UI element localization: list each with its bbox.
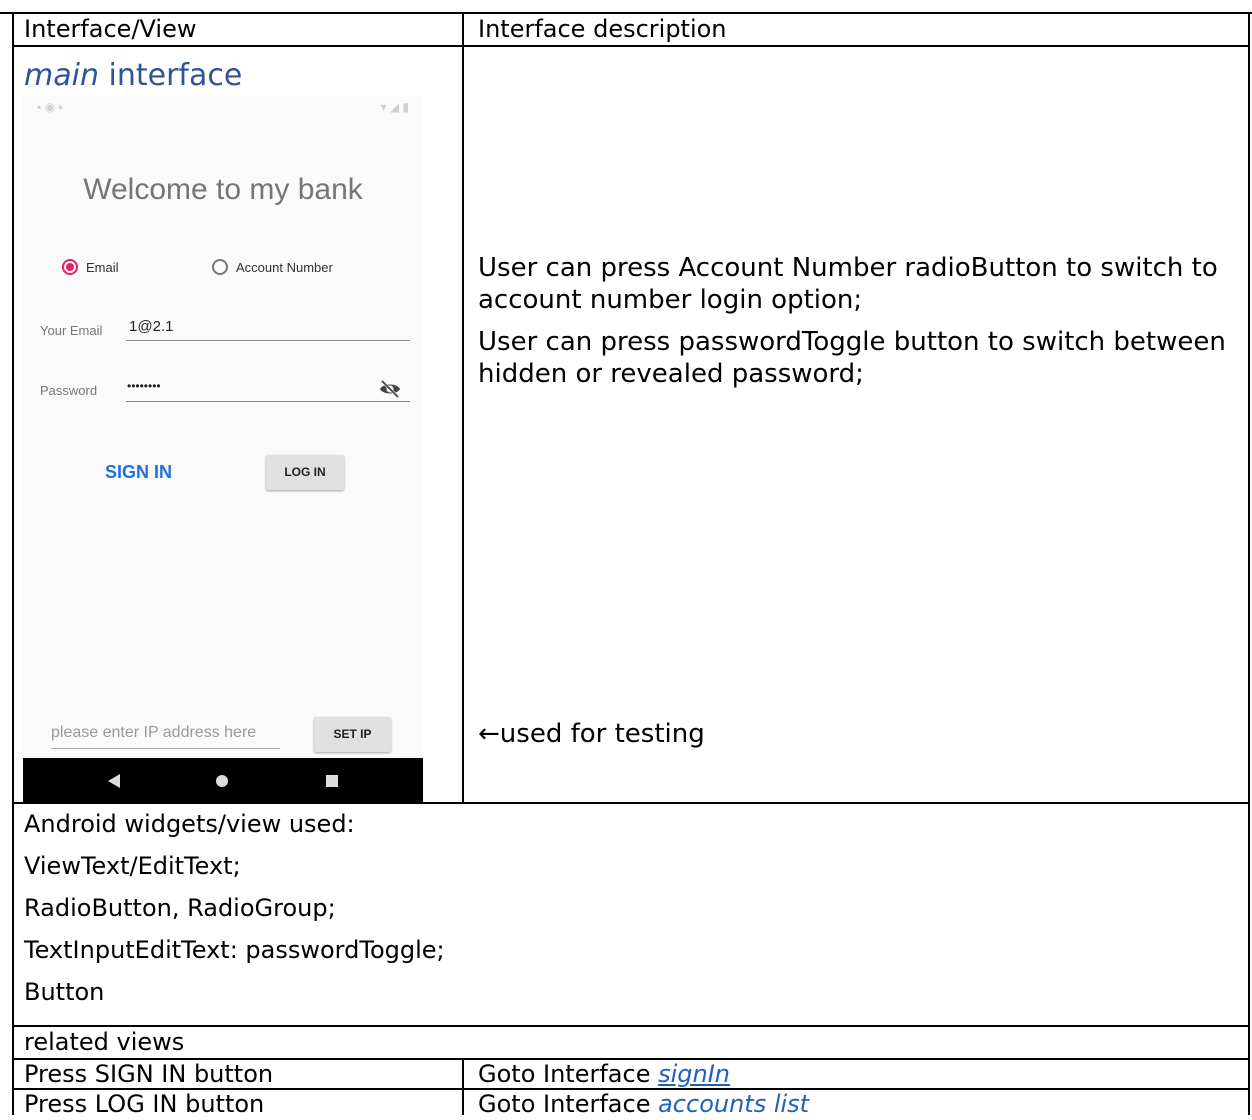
related-views-title: related views — [24, 1028, 185, 1056]
widgets-line: RadioButton, RadioGroup; — [24, 894, 336, 922]
main-interface-title: main interface — [24, 56, 242, 96]
radio-account-number[interactable]: Account Number — [212, 259, 333, 275]
goto-label: Goto Interface — [478, 1060, 659, 1088]
sign-in-button[interactable]: SIGN IN — [105, 462, 172, 483]
description-line: User can press passwordToggle button to … — [478, 327, 1226, 357]
password-toggle-eye-off-icon[interactable] — [379, 380, 401, 398]
password-field-label: Password — [40, 383, 98, 398]
back-icon[interactable] — [108, 774, 120, 788]
radio-email[interactable]: Email — [62, 259, 119, 275]
description-line: User can press Account Number radioButto… — [478, 253, 1218, 283]
description-line: account number login option; — [478, 285, 863, 315]
email-field-underline — [126, 340, 410, 341]
table-divider — [12, 45, 1250, 47]
welcome-heading: Welcome to my bank — [83, 173, 363, 206]
testing-note: ←used for testing — [478, 718, 705, 750]
left-arrow-icon: ← — [478, 719, 500, 749]
status-bar-left-icon: ▪ ◉ ▪ — [37, 100, 63, 114]
status-bar: ▪ ◉ ▪ ▾ ◢ ▮ — [23, 96, 423, 120]
log-in-button[interactable]: LOG IN — [266, 455, 344, 490]
related-row-goto: Goto Interface accounts list — [478, 1088, 809, 1120]
android-nav-bar — [23, 758, 423, 803]
status-bar-right-icon: ▾ ◢ ▮ — [380, 100, 409, 114]
set-ip-button[interactable]: SET IP — [314, 717, 391, 752]
table-column-divider — [462, 12, 464, 802]
phone-screenshot: ▪ ◉ ▪ ▾ ◢ ▮ Welcome to my bank Email Acc… — [23, 96, 423, 803]
table-divider — [12, 1025, 1250, 1027]
description-line: hidden or revealed password; — [478, 359, 864, 389]
table-column-divider — [462, 1058, 464, 1115]
header-interface-description: Interface description — [478, 15, 727, 43]
related-row-goto: Goto Interface signIn — [478, 1058, 730, 1090]
testing-note-text: used for testing — [499, 719, 705, 749]
widgets-line: TextInputEditText: passwordToggle; — [24, 936, 445, 964]
radio-account-label: Account Number — [236, 259, 333, 275]
password-field-underline — [126, 401, 410, 402]
radio-email-label: Email — [86, 259, 119, 275]
ip-address-underline — [51, 748, 280, 749]
signin-link[interactable]: signIn — [658, 1060, 730, 1088]
accounts-list-link[interactable]: accounts list — [658, 1090, 809, 1118]
header-interface-view: Interface/View — [24, 15, 197, 43]
ip-address-input[interactable]: please enter IP address here — [51, 724, 279, 742]
goto-label: Goto Interface — [478, 1090, 659, 1118]
radio-unselected-icon — [212, 259, 228, 275]
password-field[interactable]: •••••••• — [127, 379, 161, 393]
main-title-rest: interface — [98, 58, 243, 93]
home-icon[interactable] — [216, 775, 228, 787]
widgets-line: Button — [24, 978, 105, 1006]
recents-icon[interactable] — [326, 775, 338, 787]
widgets-line: Android widgets/view used: — [24, 810, 355, 838]
table-border-left — [12, 12, 14, 1115]
widgets-line: ViewText/EditText; — [24, 852, 241, 880]
main-title-italic: main — [24, 58, 99, 93]
email-field-label: Your Email — [40, 323, 103, 338]
document-page: Interface/View Interface description mai… — [0, 0, 1252, 1118]
radio-selected-icon — [62, 259, 78, 275]
related-row-action: Press LOG IN button — [24, 1090, 265, 1118]
table-border-right — [1248, 12, 1250, 1115]
related-row-action: Press SIGN IN button — [24, 1060, 274, 1088]
email-field[interactable]: 1@2.1 — [129, 318, 173, 335]
